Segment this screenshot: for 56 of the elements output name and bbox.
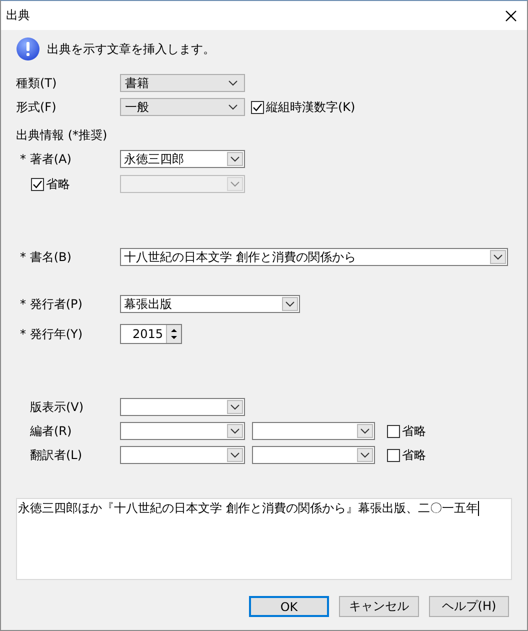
dropdown-button[interactable] [227,400,243,414]
check-mark-icon [32,178,43,190]
chevron-icon [360,428,370,434]
field-label: * 発行者(P) [19,296,84,312]
field-label: 翻訳者(L) [29,446,84,464]
dropdown-button[interactable] [490,250,506,264]
text-cursor [478,501,479,516]
field-label: 編者(R) [29,422,73,440]
field-label: 形式(F) [16,98,58,116]
checkbox[interactable]: 縦組時漢数字(K) [251,98,356,116]
dropdown-field[interactable]: 十八世紀の日本文学 創作と消費の関係から [120,248,508,266]
dropdown-field[interactable] [120,446,245,464]
dropdown-button[interactable] [357,424,373,438]
dropdown-button[interactable] [227,424,243,438]
preview-text-area[interactable]: 永徳三四郎ほか『十八世紀の日本文学 創作と消費の関係から』幕張出版、二〇一五年 [16,498,512,580]
dropdown-field[interactable] [120,422,245,440]
chevron-icon [360,452,370,458]
dropdown-field[interactable] [252,422,375,440]
message-text: 出典を示す文章を挿入します。 [47,40,215,58]
chevron-icon [230,428,240,434]
dialog-button[interactable]: ヘルプ(H) [429,596,509,617]
dropdown-button[interactable] [282,297,298,311]
chevron-icon [285,301,295,307]
dropdown-field[interactable]: 永徳三四郎 [120,150,245,168]
close-icon[interactable] [505,10,517,22]
chevron-icon [228,104,238,110]
chevron-icon [230,404,240,410]
dropdown-field[interactable]: 書籍 [120,74,245,92]
check-mark-icon [252,102,263,112]
spin-arrows-icon[interactable] [166,325,181,343]
chevron-icon [230,181,240,187]
window-title: 出典 [6,7,30,24]
field-label: 種類(T) [16,74,58,92]
dropdown-field[interactable]: 一般 [120,98,245,116]
dropdown-button[interactable] [227,448,243,462]
checkbox[interactable]: 省略 [31,176,120,192]
checkbox[interactable]: 省略 [387,422,426,440]
field-label: 版表示(V) [29,398,85,416]
info-icon [16,37,40,61]
dropdown-field[interactable] [252,446,375,464]
field-label: * 著者(A) [19,150,72,168]
chevron-icon [230,156,240,162]
checkbox[interactable]: 省略 [387,446,426,464]
field-label: * 書名(B) [19,248,72,266]
dropdown-field[interactable]: 幕張出版 [120,295,300,313]
section-heading: 出典情報 (*推奨) [16,127,108,143]
chevron-icon [228,80,238,86]
field-label: * 発行年(Y) [19,326,84,342]
year-spinner[interactable]: 2015 [120,324,182,344]
dialog-button[interactable]: キャンセル [339,596,419,617]
dialog-button[interactable]: OK [249,596,329,617]
dropdown-field[interactable] [120,398,245,416]
dropdown-button[interactable] [227,152,243,166]
chevron-icon [493,254,503,260]
dropdown-button[interactable] [357,448,373,462]
chevron-icon [230,452,240,458]
